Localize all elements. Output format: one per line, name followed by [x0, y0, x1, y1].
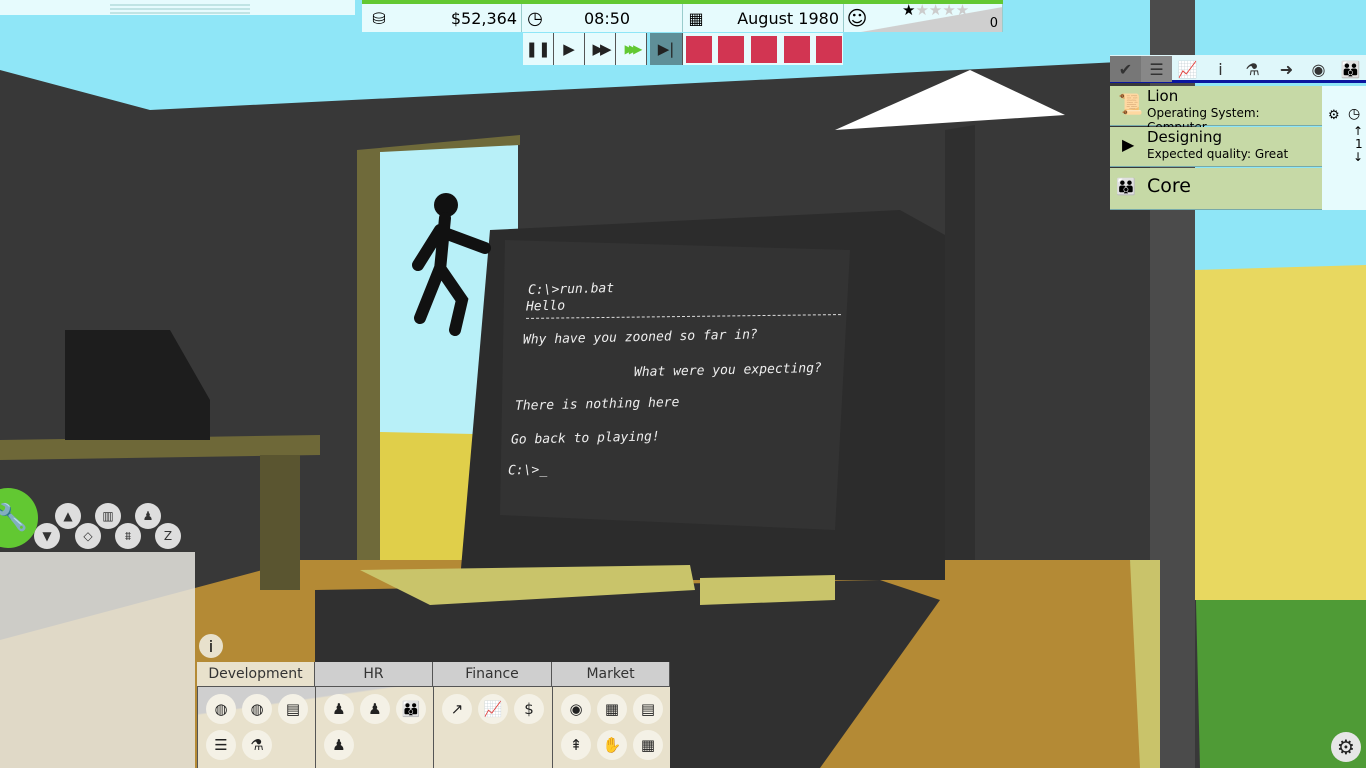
date-value: August 1980	[737, 8, 839, 28]
status-name: Designing	[1147, 128, 1222, 146]
skip-button[interactable]: ▶|	[650, 33, 683, 65]
project-controls: ⚙ ◷ ↑ 1 ↓	[1322, 86, 1366, 210]
fastest-button[interactable]: ▶▶▶	[616, 33, 647, 65]
smiley-icon: ☺	[846, 6, 868, 30]
priority-value: 1	[1355, 137, 1363, 151]
hire-icon[interactable]: ♟	[360, 694, 390, 724]
news-icon[interactable]: ▤	[633, 694, 663, 724]
alert-slot[interactable]	[751, 36, 777, 63]
money-display[interactable]: ⛁ $52,364	[362, 4, 522, 32]
alert-slot[interactable]	[718, 36, 744, 63]
arrow-up-icon[interactable]: ↑	[1353, 124, 1363, 138]
time-value: 08:50	[584, 8, 631, 28]
terminal-line: C:\>_	[507, 462, 548, 479]
rating-count: 0	[989, 16, 998, 31]
new-product-icon[interactable]: ◍	[206, 694, 236, 724]
tab-info[interactable]: i	[1205, 56, 1236, 82]
tab-research[interactable]: ⚗	[1237, 56, 1268, 82]
dollar-icon[interactable]: $	[514, 694, 544, 724]
path-icon[interactable]: Z	[155, 523, 181, 549]
employee-icon[interactable]: ♟	[324, 694, 354, 724]
companies-icon[interactable]: ▦	[597, 694, 627, 724]
terminal-line: C:\>run.bat	[527, 281, 615, 298]
settings-icon[interactable]: ⚙	[1331, 732, 1361, 762]
staff-icon[interactable]: ♟	[324, 730, 354, 760]
play-icon: ▶	[1122, 135, 1135, 154]
tab-stats[interactable]: 📈	[1172, 56, 1203, 82]
arrow-down-icon[interactable]: ↓	[1353, 150, 1363, 164]
furniture-icon[interactable]: ⩩	[115, 523, 141, 549]
tab-market[interactable]: Market	[552, 662, 670, 687]
team-icon[interactable]: ♟	[135, 503, 161, 529]
tab-products[interactable]: ◉	[1303, 56, 1334, 82]
rating-display[interactable]: ☺ ★★★★★ 0	[844, 1, 1003, 32]
design-document-icon[interactable]: ☰	[206, 730, 236, 760]
alert-slot[interactable]	[784, 36, 810, 63]
project-name: Lion	[1147, 87, 1179, 105]
research-icon[interactable]: ⚗	[242, 730, 272, 760]
date-display[interactable]: ▦ August 1980	[683, 4, 844, 32]
tab-hr[interactable]: HR	[315, 662, 433, 687]
tab-teams[interactable]: 👪	[1335, 56, 1366, 82]
status-row[interactable]: ▶ Designing Expected quality: Great	[1110, 127, 1322, 167]
fast-forward-button[interactable]: ▶▶	[585, 33, 616, 65]
alert-slot[interactable]	[686, 36, 712, 63]
deals-icon[interactable]: ✋	[597, 730, 627, 760]
calendar-icon[interactable]: ▦	[633, 730, 663, 760]
floor-up-icon[interactable]: ▲	[55, 503, 81, 529]
floor-plan-icon[interactable]: ◇	[75, 523, 101, 549]
team-icon: 👪	[1116, 177, 1136, 196]
pause-button[interactable]: ❚❚	[523, 33, 554, 65]
insurance-icon[interactable]: ↗	[442, 694, 472, 724]
scroll-icon: 📜	[1118, 92, 1143, 116]
clock-icon[interactable]: ◷	[1348, 106, 1360, 122]
tab-transfer[interactable]: ➜	[1271, 56, 1302, 82]
expected-quality: Expected quality: Great	[1147, 147, 1289, 161]
tab-finance[interactable]: Finance	[433, 662, 552, 687]
rating-stars: ★★★★★	[902, 1, 970, 19]
tab-development[interactable]: Development	[197, 662, 315, 687]
clock-icon: ◷	[527, 7, 543, 29]
server-icon[interactable]: ▤	[278, 694, 308, 724]
alert-slot[interactable]	[816, 36, 842, 63]
distribution-icon[interactable]: ⇞	[561, 730, 591, 760]
project-row[interactable]: 📜 Lion Operating System: Computer	[1110, 86, 1322, 134]
market-products-icon[interactable]: ◉	[561, 694, 591, 724]
teams-icon[interactable]: 👪	[396, 694, 426, 724]
stats-icon[interactable]: ▥	[95, 503, 121, 529]
tab-tasks[interactable]: ✔	[1110, 56, 1141, 82]
calendar-icon: ▦	[688, 8, 704, 28]
team-name: Core	[1147, 175, 1191, 197]
money-value: $52,364	[450, 8, 517, 28]
tab-documents[interactable]: ☰	[1141, 56, 1172, 82]
terminal-line: Hello	[525, 298, 566, 315]
products-icon[interactable]: ◍	[242, 694, 272, 724]
time-display: ◷ 08:50	[522, 4, 683, 32]
coins-icon: ⛁	[372, 8, 386, 28]
team-row[interactable]: 👪 Core	[1110, 168, 1322, 210]
settings-icon[interactable]: ⚙	[1328, 108, 1340, 123]
finance-chart-icon[interactable]: 📈	[478, 694, 508, 724]
info-button[interactable]: i	[199, 634, 223, 658]
floor-down-icon[interactable]: ▼	[34, 523, 60, 549]
play-button[interactable]: ▶	[554, 33, 585, 65]
